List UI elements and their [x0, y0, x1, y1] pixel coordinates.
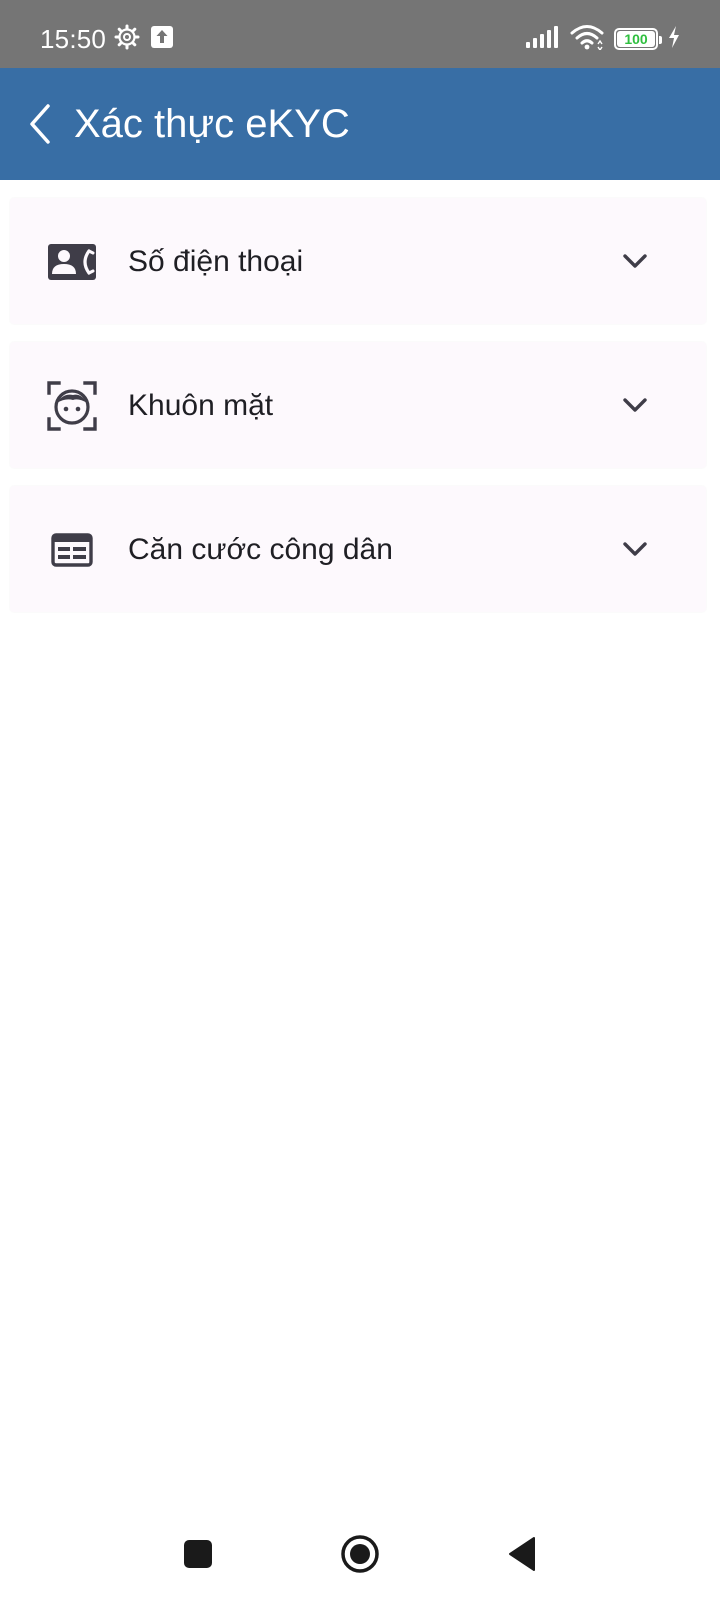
back-button[interactable] [10, 90, 70, 158]
status-right: 100 [526, 22, 680, 56]
app-bar: Xác thực eKYC [0, 68, 720, 180]
home-button[interactable] [336, 1530, 384, 1578]
section-face[interactable]: Khuôn mặt [10, 342, 706, 468]
chevron-down-icon[interactable] [620, 390, 650, 420]
recent-apps-button[interactable] [174, 1530, 222, 1578]
chevron-left-icon [30, 104, 50, 144]
screen: 15:50 100 Xác thực eKYC Số điện thoại Kh… [0, 0, 720, 1600]
status-left: 15:50 [40, 22, 174, 56]
section-label: Căn cước công dân [128, 533, 393, 566]
chevron-down-icon[interactable] [620, 534, 650, 564]
charging-icon [668, 25, 680, 53]
status-time: 15:50 [40, 23, 107, 54]
signal-icon [526, 25, 560, 53]
system-nav-bar [0, 1500, 720, 1600]
home-icon [341, 1535, 379, 1573]
section-citizen-id[interactable]: Căn cước công dân [10, 486, 706, 612]
section-label: Khuôn mặt [128, 389, 274, 422]
wifi-icon [570, 24, 604, 55]
ekyc-section-list: Số điện thoại Khuôn mặt Căn cước công dâ… [10, 198, 706, 630]
status-bar: 15:50 100 [0, 0, 720, 68]
contact-phone-icon [46, 236, 98, 288]
back-nav-button[interactable] [498, 1530, 546, 1578]
page-title: Xác thực eKYC [74, 102, 350, 146]
chevron-down-icon[interactable] [620, 246, 650, 276]
upload-notification-icon [150, 25, 174, 54]
section-phone-number[interactable]: Số điện thoại [10, 198, 706, 324]
battery-icon: 100 [614, 28, 662, 50]
recent-apps-icon [184, 1540, 212, 1568]
battery-level: 100 [624, 31, 648, 47]
id-card-icon [46, 524, 98, 576]
settings-gear-icon [114, 24, 140, 55]
face-scan-icon [46, 380, 98, 432]
section-label: Số điện thoại [128, 245, 304, 278]
back-icon [509, 1537, 535, 1571]
